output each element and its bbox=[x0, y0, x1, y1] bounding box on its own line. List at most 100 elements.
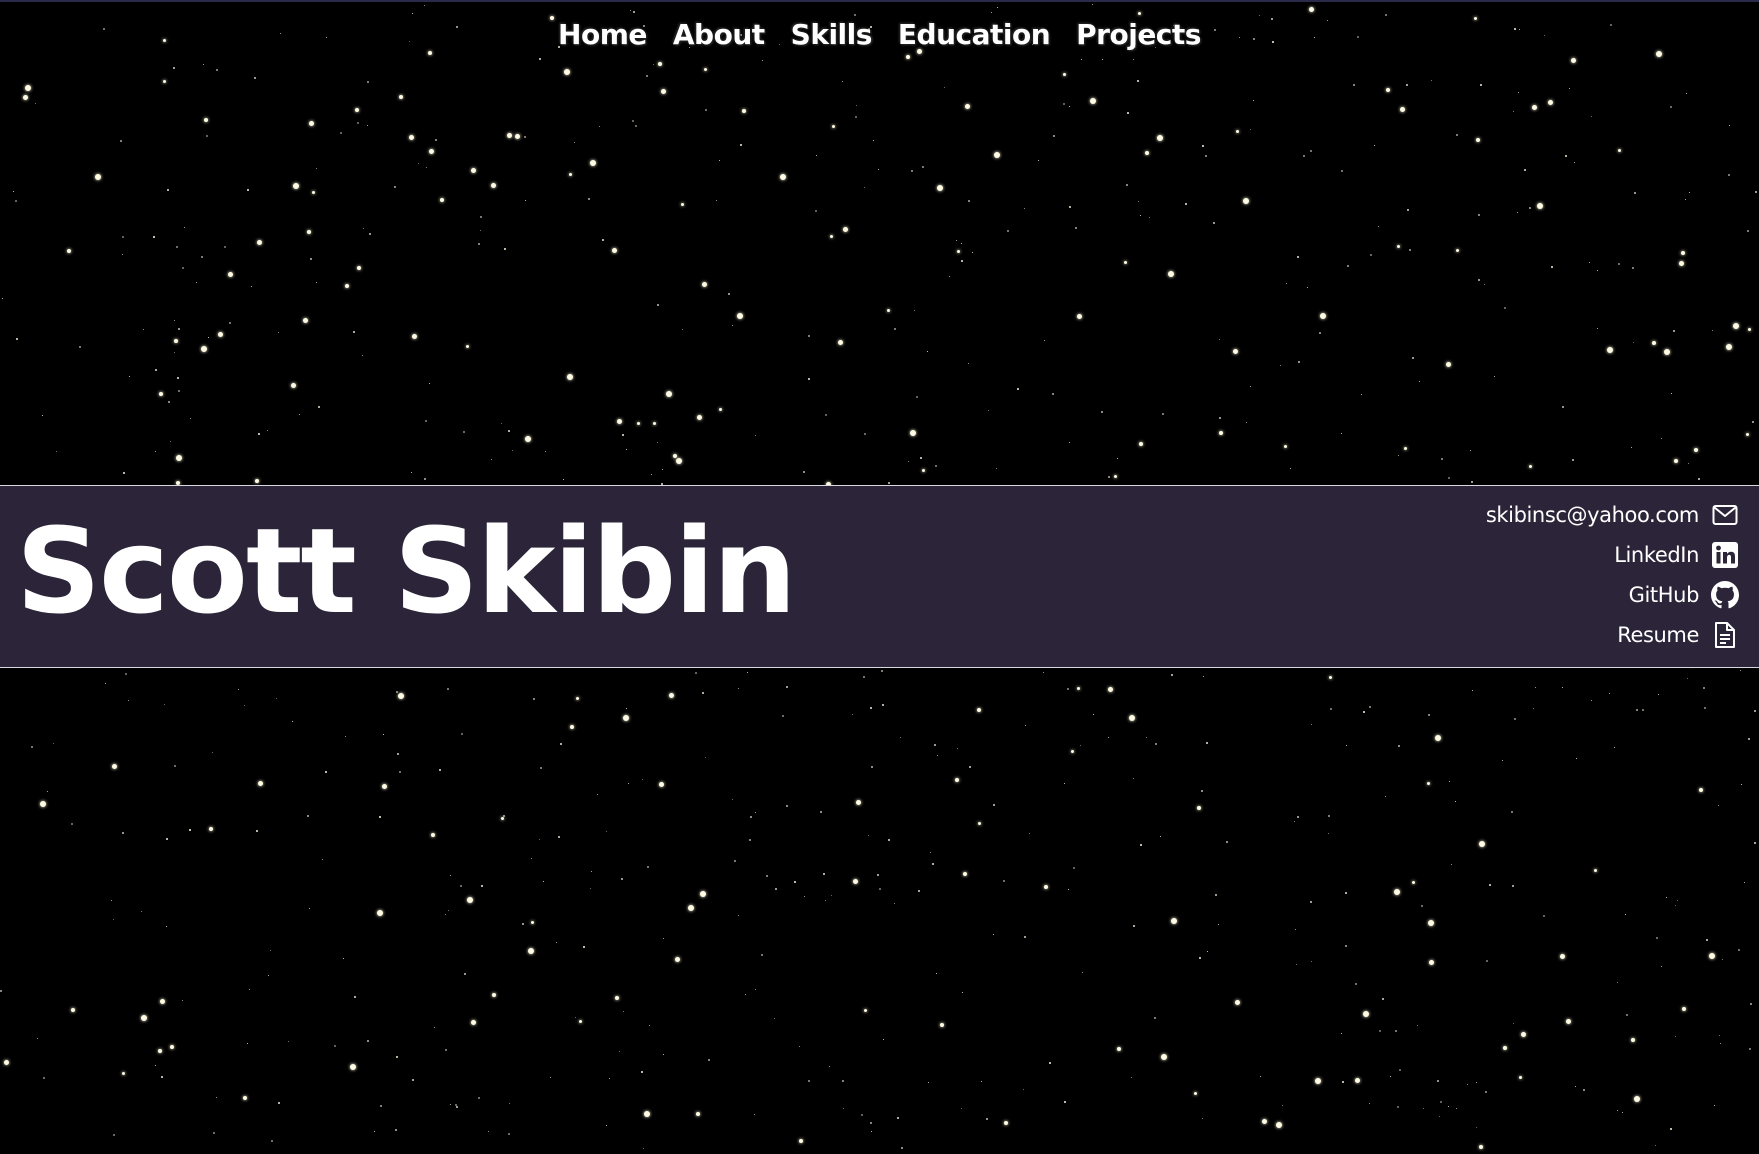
star bbox=[1726, 344, 1732, 350]
star bbox=[988, 410, 989, 411]
star bbox=[1740, 670, 1741, 671]
star bbox=[705, 109, 707, 111]
star bbox=[1407, 209, 1409, 211]
star bbox=[1748, 738, 1750, 740]
star bbox=[1439, 1116, 1440, 1117]
star bbox=[257, 240, 262, 245]
star bbox=[374, 1131, 375, 1132]
star bbox=[1093, 714, 1094, 715]
nav-link-home[interactable]: Home bbox=[558, 16, 647, 53]
star bbox=[201, 256, 203, 258]
star bbox=[853, 879, 858, 884]
star bbox=[838, 340, 843, 345]
star bbox=[1513, 111, 1514, 112]
star bbox=[816, 155, 817, 156]
star bbox=[1369, 706, 1371, 708]
star bbox=[936, 973, 937, 974]
star bbox=[609, 1078, 610, 1079]
contact-resume-link[interactable]: Resume bbox=[1617, 620, 1739, 649]
star bbox=[168, 401, 170, 403]
star bbox=[1219, 339, 1220, 340]
star bbox=[901, 1147, 903, 1149]
star bbox=[831, 895, 832, 896]
contact-email-link[interactable]: skibinsc@yahoo.com bbox=[1486, 500, 1739, 529]
star bbox=[1688, 463, 1689, 464]
star bbox=[1746, 433, 1749, 436]
star bbox=[1202, 1118, 1203, 1119]
star bbox=[1514, 718, 1516, 720]
star bbox=[325, 771, 327, 773]
star bbox=[243, 1096, 247, 1100]
star bbox=[738, 915, 739, 916]
star bbox=[1755, 191, 1757, 193]
star bbox=[1479, 1145, 1483, 1149]
star bbox=[122, 236, 124, 238]
star bbox=[1427, 782, 1430, 785]
star bbox=[1395, 1030, 1397, 1032]
star bbox=[590, 160, 596, 166]
star bbox=[1276, 1122, 1282, 1128]
star bbox=[471, 168, 476, 173]
nav-link-projects[interactable]: Projects bbox=[1076, 16, 1201, 53]
star bbox=[965, 104, 970, 109]
star bbox=[53, 743, 54, 744]
star bbox=[412, 1079, 414, 1081]
star bbox=[303, 318, 308, 323]
nav-link-about[interactable]: About bbox=[673, 16, 765, 53]
star bbox=[1503, 1046, 1507, 1050]
star bbox=[657, 442, 658, 443]
star bbox=[882, 704, 884, 706]
star bbox=[307, 230, 311, 234]
contact-github-link[interactable]: GitHub bbox=[1629, 580, 1739, 609]
star bbox=[178, 328, 180, 330]
star bbox=[794, 881, 796, 883]
star bbox=[1363, 1011, 1369, 1017]
star bbox=[1412, 881, 1415, 884]
star bbox=[1417, 1025, 1418, 1026]
contact-resume-label: Resume bbox=[1617, 622, 1699, 647]
star bbox=[766, 875, 768, 877]
star bbox=[935, 465, 937, 467]
nav-link-education[interactable]: Education bbox=[898, 16, 1051, 53]
star bbox=[653, 422, 656, 425]
star bbox=[1160, 836, 1161, 837]
star bbox=[13, 191, 14, 192]
star bbox=[288, 1041, 289, 1042]
star bbox=[112, 764, 117, 769]
star bbox=[742, 109, 746, 113]
star bbox=[663, 938, 664, 939]
star bbox=[125, 673, 127, 675]
star bbox=[429, 383, 430, 384]
star bbox=[1138, 201, 1139, 202]
star bbox=[113, 1134, 115, 1136]
star bbox=[1583, 1089, 1585, 1091]
star bbox=[1049, 1062, 1051, 1064]
star bbox=[1476, 1127, 1477, 1128]
star bbox=[488, 1131, 489, 1132]
star bbox=[1068, 889, 1069, 890]
star bbox=[1529, 207, 1531, 209]
star bbox=[379, 816, 381, 818]
star bbox=[962, 992, 963, 993]
star bbox=[501, 423, 502, 424]
star bbox=[307, 815, 309, 817]
star bbox=[540, 767, 542, 769]
star bbox=[1029, 833, 1030, 834]
star bbox=[647, 866, 649, 868]
star bbox=[1064, 783, 1065, 784]
star bbox=[1719, 1035, 1720, 1036]
envelope-icon bbox=[1711, 501, 1739, 529]
star bbox=[1591, 116, 1592, 117]
contact-linkedin-link[interactable]: LinkedIn bbox=[1614, 540, 1739, 569]
star bbox=[1565, 155, 1567, 157]
star bbox=[968, 363, 969, 364]
star bbox=[128, 700, 129, 701]
star bbox=[996, 468, 997, 469]
star bbox=[1428, 714, 1430, 716]
star bbox=[957, 748, 958, 749]
star bbox=[1133, 925, 1135, 927]
star bbox=[688, 905, 694, 911]
contact-email-label: skibinsc@yahoo.com bbox=[1485, 502, 1700, 527]
nav-link-skills[interactable]: Skills bbox=[791, 16, 873, 53]
star bbox=[267, 430, 268, 431]
